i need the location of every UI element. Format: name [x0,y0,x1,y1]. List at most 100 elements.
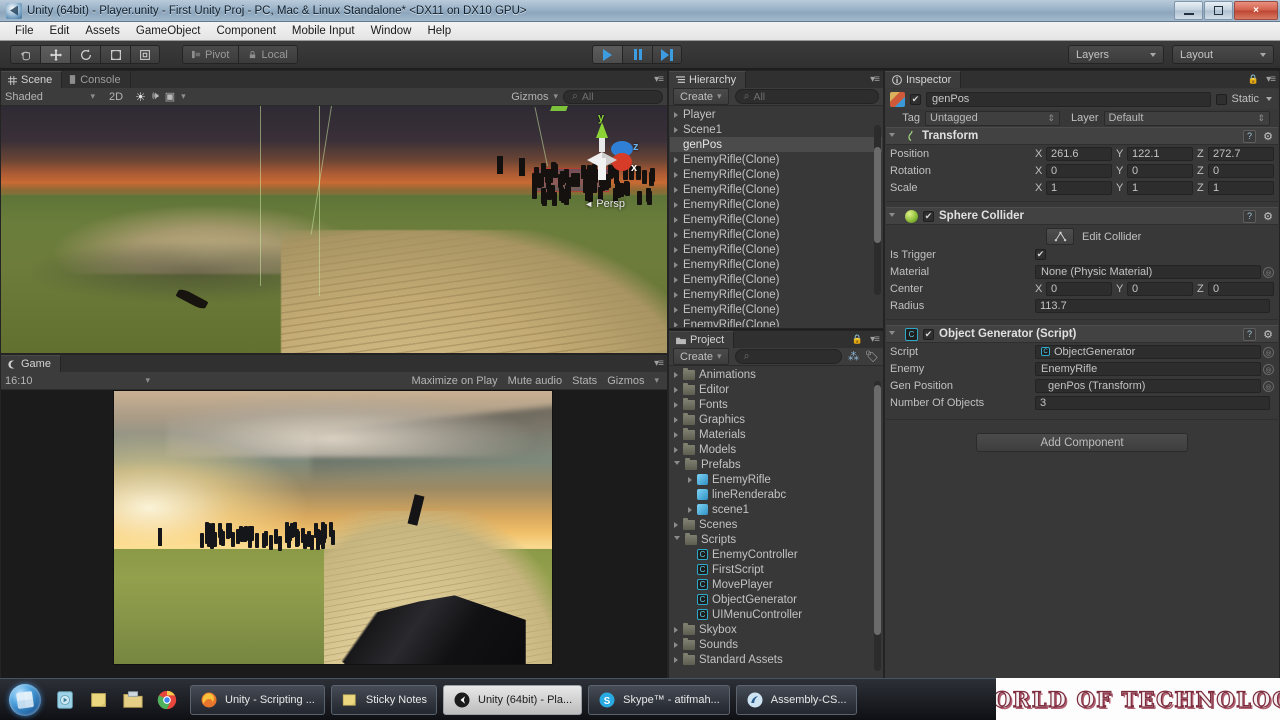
expand-arrow-icon[interactable] [674,216,678,223]
gear-icon[interactable]: ⚙ [1263,210,1273,223]
scale-y-field[interactable]: 1 [1127,180,1193,195]
expand-arrow-icon[interactable] [674,291,678,298]
pivot-toggle[interactable]: Pivot [182,45,239,64]
hierarchy-item[interactable]: EnemyRifle(Clone) [670,152,882,167]
local-toggle[interactable]: Local [238,45,298,64]
taskbar-item-firefox[interactable]: Unity - Scripting ... [190,684,325,715]
step-button[interactable] [652,45,682,64]
expand-arrow-icon[interactable] [674,431,678,438]
position-x-field[interactable]: 261.6 [1046,146,1112,161]
expand-arrow-icon[interactable] [674,111,678,118]
project-item[interactable]: Sounds [670,637,882,652]
position-z-field[interactable]: 272.7 [1208,146,1274,161]
hierarchy-search-input[interactable]: ⌕ All [734,89,879,104]
layer-dropdown[interactable]: Default ⇕ [1103,110,1270,126]
pause-button[interactable] [622,45,652,64]
hierarchy-item[interactable]: EnemyRifle(Clone) [670,212,882,227]
rotation-y-field[interactable]: 0 [1127,163,1193,178]
game-panel-menu-icon[interactable]: ▾≡ [654,358,664,369]
component-header-transform[interactable]: Transform ? ⚙ [886,127,1278,145]
gizmos-dropdown[interactable]: Gizmos [511,91,548,103]
gear-icon[interactable]: ⚙ [1263,328,1273,341]
stats-toggle[interactable]: Stats [572,375,597,387]
rect-tool-button[interactable] [130,45,160,64]
enemy-field[interactable]: EnemyRifle [1035,361,1261,376]
expand-arrow-icon[interactable] [674,246,678,253]
project-item[interactable]: EnemyRifle [670,472,882,487]
tab-hierarchy[interactable]: Hierarchy [669,71,747,88]
hierarchy-item[interactable]: EnemyRifle(Clone) [670,272,882,287]
hierarchy-item[interactable]: EnemyRifle(Clone) [670,227,882,242]
rotation-z-field[interactable]: 0 [1208,163,1274,178]
hierarchy-tree[interactable]: Player Scene1 genPos EnemyRifle(Clone) Enemy… [670,107,882,327]
hierarchy-panel-menu-icon[interactable]: ▾≡ [870,74,880,85]
close-button[interactable]: × [1234,1,1278,20]
expand-arrow-icon[interactable] [674,321,678,327]
project-item[interactable]: Standard Assets [670,652,882,667]
scene-orientation-gizmo[interactable]: y z x [565,112,639,194]
expand-arrow-icon[interactable] [674,536,680,543]
material-field[interactable]: None (Physic Material) [1035,264,1261,279]
hierarchy-item[interactable]: EnemyRifle(Clone) [670,257,882,272]
add-component-button[interactable]: Add Component [976,433,1188,452]
menu-file[interactable]: File [7,23,42,39]
hand-tool-button[interactable] [10,45,40,64]
game-viewport[interactable] [1,390,667,680]
aspect-dropdown[interactable]: 16:10 ▾ [5,375,150,387]
menu-component[interactable]: Component [208,23,283,39]
mute-audio-toggle[interactable]: Mute audio [508,375,562,387]
expand-arrow-icon[interactable] [674,156,678,163]
taskbar-item-skype[interactable]: S Skype™ - atifmah... [588,684,730,715]
expand-arrow-icon[interactable] [674,521,678,528]
collapse-arrow-icon[interactable] [889,330,895,338]
project-item[interactable]: lineRenderabc [670,487,882,502]
tab-game[interactable]: Game [1,355,61,372]
start-button[interactable] [2,681,48,719]
game-gizmos-dropdown[interactable]: Gizmos [607,375,644,387]
object-enabled-checkbox[interactable]: ✔ [910,93,921,105]
hierarchy-item[interactable]: Scene1 [670,122,882,137]
script-field[interactable]: C ObjectGenerator [1035,344,1261,359]
project-item[interactable]: C UIMenuController [670,607,882,622]
expand-arrow-icon[interactable] [674,186,678,193]
static-checkbox[interactable] [1216,93,1228,105]
expand-arrow-icon[interactable] [674,306,678,313]
project-item[interactable]: Animations [670,367,882,382]
position-y-field[interactable]: 122.1 [1127,146,1193,161]
hierarchy-item[interactable]: EnemyRifle(Clone) [670,287,882,302]
hierarchy-item[interactable]: EnemyRifle(Clone) [670,317,882,327]
scene-projection-label[interactable]: ◄ Persp [584,198,625,210]
hierarchy-scroll-thumb[interactable] [874,147,881,243]
shading-dropdown[interactable]: Shaded ▾ [5,91,95,103]
radius-field[interactable]: 113.7 [1035,298,1270,313]
maximize-on-play-toggle[interactable]: Maximize on Play [411,375,497,387]
project-scroll-thumb[interactable] [874,385,881,635]
quick-launch-sticky-notes[interactable] [82,681,116,719]
expand-arrow-icon[interactable] [674,371,678,378]
object-picker-icon[interactable]: ◎ [1263,364,1274,375]
hierarchy-item[interactable]: EnemyRifle(Clone) [670,302,882,317]
expand-arrow-icon[interactable] [674,126,678,133]
scale-x-field[interactable]: 1 [1046,180,1112,195]
layout-dropdown[interactable]: Layout [1172,45,1274,64]
project-item[interactable]: Models [670,442,882,457]
component-header-sphere-collider[interactable]: ✔ Sphere Collider ? ⚙ [886,207,1278,225]
maximize-button[interactable] [1204,1,1233,20]
effects-dropdown-icon[interactable]: ▾ [181,91,186,102]
menu-mobile-input[interactable]: Mobile Input [284,23,363,39]
expand-arrow-icon[interactable] [674,461,680,468]
expand-arrow-icon[interactable] [674,386,678,393]
hierarchy-create-button[interactable]: Create ▾ [673,88,729,105]
project-item[interactable]: Materials [670,427,882,442]
menu-window[interactable]: Window [363,23,420,39]
tab-project[interactable]: Project [669,331,735,348]
expand-arrow-icon[interactable] [674,276,678,283]
number-of-objects-field[interactable]: 3 [1035,395,1270,410]
lock-icon[interactable]: 🔒 [1248,74,1259,85]
project-item[interactable]: scene1 [670,502,882,517]
expand-arrow-icon[interactable] [674,626,678,633]
expand-arrow-icon[interactable] [688,506,692,513]
tag-dropdown[interactable]: Untagged ⇕ [925,110,1060,126]
object-name-field[interactable]: genPos [926,91,1212,107]
component-header-object-generator[interactable]: C ✔ Object Generator (Script) ? ⚙ [886,325,1278,343]
